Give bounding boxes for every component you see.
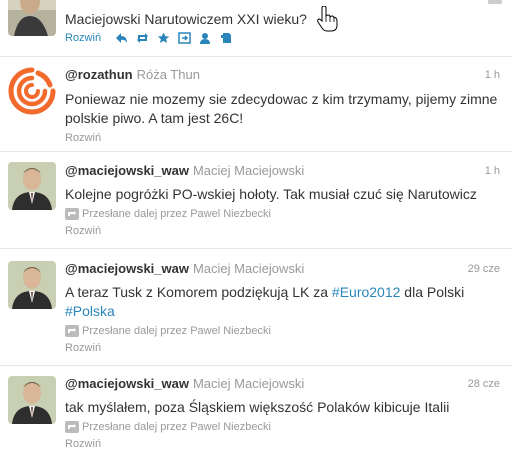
avatar[interactable] bbox=[8, 67, 56, 115]
hashtag-link[interactable]: #Euro2012 bbox=[332, 284, 401, 300]
tweet-item[interactable]: @maciejowski_waw Maciej Maciejowski 1 h K… bbox=[0, 152, 512, 249]
retweet-label[interactable]: Przesłane dalej przez Pawel Niezbecki bbox=[82, 208, 271, 220]
avatar[interactable] bbox=[8, 376, 56, 424]
tweet-item[interactable]: @maciejowski_waw Maciej Maciejowski 29 cz… bbox=[0, 249, 512, 366]
retweet-info: Przesłane dalej przez Pawel Niezbecki bbox=[65, 419, 504, 435]
timestamp[interactable]: 28 cze bbox=[468, 376, 500, 392]
tweet-text: Kolejne pogróżki PO-wskiej hołoty. Tak m… bbox=[65, 186, 477, 202]
follow-icon[interactable] bbox=[199, 32, 212, 44]
tweet-text: tak myślałem, poza Śląskiem większość Po… bbox=[65, 399, 450, 415]
favorite-icon[interactable] bbox=[157, 32, 170, 44]
avatar[interactable] bbox=[8, 0, 56, 36]
username[interactable]: maciejowski_waw bbox=[78, 163, 189, 178]
retweet-icon bbox=[65, 325, 79, 338]
username[interactable]: maciejowski_waw bbox=[78, 261, 189, 276]
timestamp[interactable]: 1 h bbox=[485, 67, 500, 83]
retweet-info: Przesłane dalej przez Pawel Niezbecki bbox=[65, 206, 504, 222]
retweet-label[interactable]: Przesłane dalej przez Pawel Niezbecki bbox=[82, 421, 271, 433]
tweet-header: @maciejowski_waw Maciej Maciejowski 29 cz… bbox=[65, 261, 500, 277]
timestamp[interactable]: 29 cze bbox=[468, 261, 500, 277]
retweet-icon[interactable] bbox=[136, 32, 149, 44]
timestamp[interactable]: 1 h bbox=[485, 163, 500, 179]
hand-cursor-icon bbox=[317, 6, 338, 32]
tweet-header: @maciejowski_waw Maciej Maciejowski 28 cz… bbox=[65, 376, 500, 392]
fullname[interactable]: Róża Thun bbox=[137, 67, 200, 82]
expand-link[interactable]: Rozwiń bbox=[65, 437, 504, 451]
open-icon[interactable] bbox=[178, 32, 191, 44]
fullname[interactable]: Maciej Maciejowski bbox=[193, 163, 304, 178]
expand-link[interactable]: Rozwiń bbox=[65, 31, 101, 45]
tweet-item[interactable]: @maciejowski_waw Maciej Maciejowski 28 cz… bbox=[0, 366, 512, 451]
tweet-actions: Rozwiń bbox=[65, 31, 504, 45]
tweet-text: Maciejowski Narutowiczem XXI wieku? bbox=[65, 11, 307, 27]
username[interactable]: rozathun bbox=[78, 67, 133, 82]
fullname[interactable]: Maciej Maciejowski bbox=[193, 376, 304, 391]
expand-link[interactable]: Rozwiń bbox=[65, 341, 504, 355]
avatar[interactable] bbox=[8, 162, 56, 210]
tweet-header: @rozathun Róża Thun 1 h bbox=[65, 67, 500, 83]
fullname[interactable]: Maciej Maciejowski bbox=[193, 261, 304, 276]
tweet-item[interactable]: @rozathun Róża Thun 1 h Poniewaz nie moze… bbox=[0, 57, 512, 152]
retweet-info: Przesłane dalej przez Pawel Niezbecki bbox=[65, 323, 504, 339]
username[interactable]: maciejowski_waw bbox=[78, 376, 189, 391]
retweet-label[interactable]: Przesłane dalej przez Pawel Niezbecki bbox=[82, 325, 271, 337]
expand-link[interactable]: Rozwiń bbox=[65, 224, 504, 238]
tweet-text: A teraz Tusk z Komorem podziękują LK za … bbox=[65, 284, 465, 319]
reply-icon[interactable] bbox=[115, 32, 128, 44]
tweet-text: Poniewaz nie mozemy sie zdecydowac z kim… bbox=[65, 91, 498, 126]
retweet-icon bbox=[65, 421, 79, 434]
evernote-icon[interactable] bbox=[220, 32, 233, 44]
expand-link[interactable]: Rozwiń bbox=[65, 131, 504, 145]
avatar[interactable] bbox=[8, 261, 56, 309]
tweet-header: @maciejowski_waw Maciej Maciejowski 1 h bbox=[65, 163, 500, 179]
retweet-icon bbox=[65, 208, 79, 221]
tweet-item[interactable]: Maciejowski Narutowiczem XXI wieku? Rozw… bbox=[0, 0, 512, 57]
hashtag-link[interactable]: #Polska bbox=[65, 303, 115, 319]
